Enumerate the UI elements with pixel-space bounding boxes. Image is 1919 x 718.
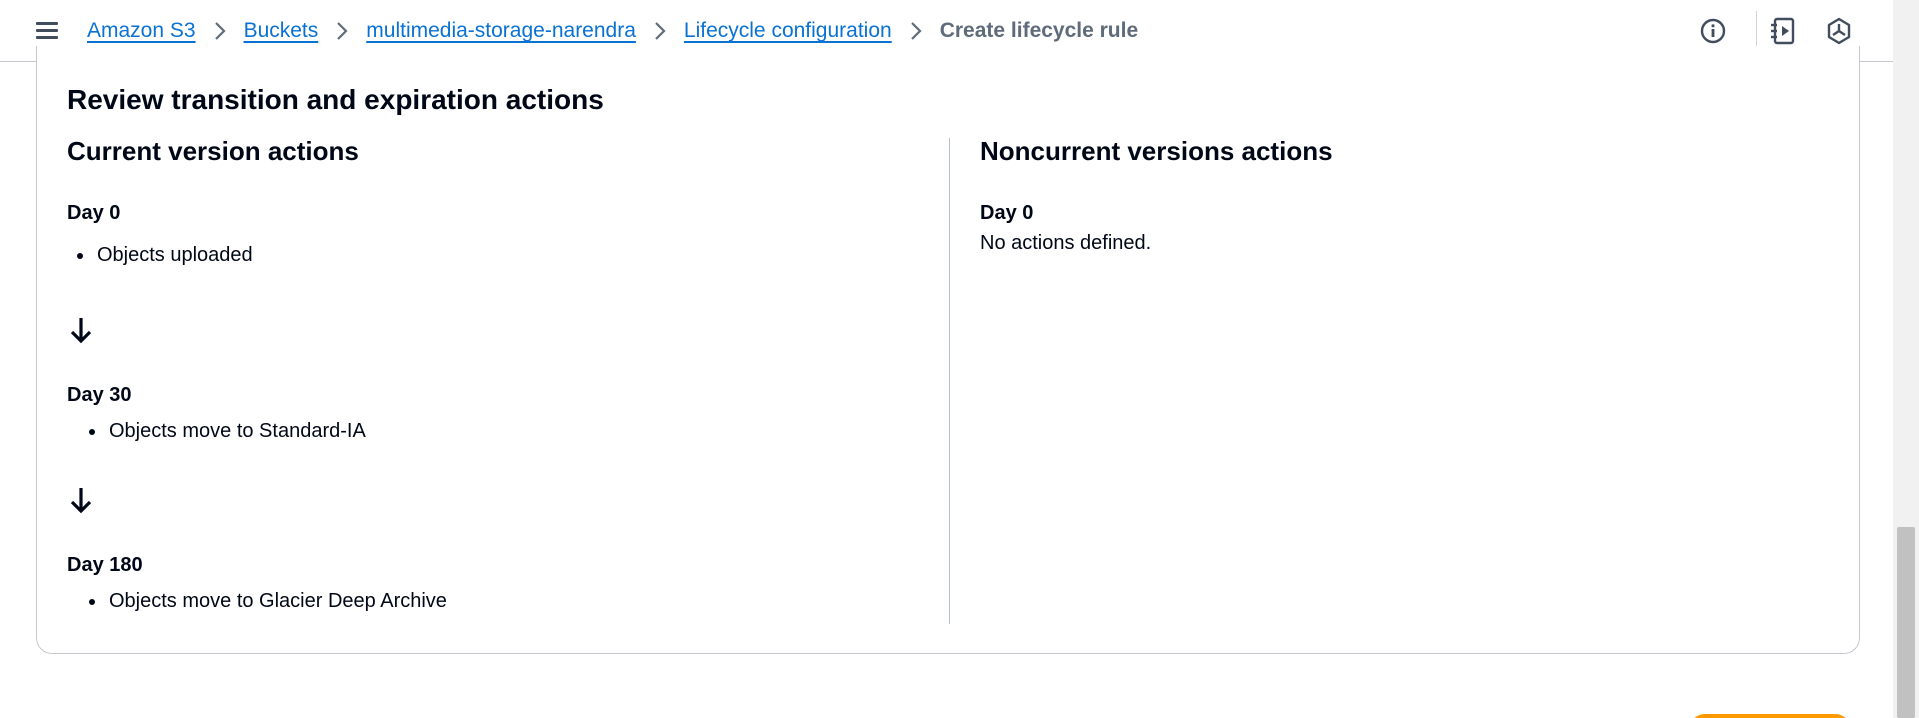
day-label: Day 0 <box>980 202 1034 224</box>
divider <box>1756 11 1757 51</box>
action-text: Objects move to Glacier Deep Archive <box>109 590 447 612</box>
bullet-icon <box>77 253 83 259</box>
chevron-right-icon <box>318 19 366 43</box>
list-item: Objects move to Glacier Deep Archive <box>89 590 447 613</box>
vertical-scrollbar[interactable] <box>1893 0 1919 718</box>
chevron-right-icon <box>892 19 940 43</box>
chevron-right-icon <box>636 19 684 43</box>
scrollbar-thumb[interactable] <box>1897 527 1915 718</box>
action-text: Objects uploaded <box>97 244 253 266</box>
breadcrumb-link-amazon-s3[interactable]: Amazon S3 <box>87 19 196 43</box>
card-title: Review transition and expiration actions <box>67 84 604 115</box>
primary-action-button[interactable] <box>1689 714 1851 718</box>
action-text: Objects move to Standard-IA <box>109 420 366 442</box>
noncurrent-versions-heading: Noncurrent versions actions <box>980 136 1333 166</box>
current-version-heading: Current version actions <box>67 136 359 166</box>
arrow-down-icon <box>70 488 92 514</box>
column-divider <box>949 138 950 624</box>
breadcrumb-link-lifecycle-configuration[interactable]: Lifecycle configuration <box>684 19 892 43</box>
review-actions-card: Review transition and expiration actions… <box>36 46 1860 654</box>
no-actions-message: No actions defined. <box>980 232 1152 254</box>
breadcrumb-link-buckets[interactable]: Buckets <box>244 19 319 43</box>
list-item: Objects uploaded <box>77 244 253 267</box>
page: Amazon S3 Buckets multimedia-storage-nar… <box>0 0 1919 718</box>
breadcrumb: Amazon S3 Buckets multimedia-storage-nar… <box>87 15 1138 47</box>
day-label: Day 0 <box>67 202 121 224</box>
breadcrumb-link-bucket[interactable]: multimedia-storage-narendra <box>366 19 636 43</box>
breadcrumb-current-page: Create lifecycle rule <box>939 19 1139 42</box>
bullet-icon <box>89 429 95 435</box>
list-item: Objects move to Standard-IA <box>89 420 366 443</box>
chevron-right-icon <box>196 19 244 43</box>
arrow-down-icon <box>70 318 92 344</box>
day-label: Day 180 <box>67 554 143 576</box>
hexagon-settings-icon[interactable] <box>1823 15 1855 47</box>
bullet-icon <box>89 599 95 605</box>
info-icon[interactable] <box>1697 15 1729 47</box>
notifications-panel-icon[interactable] <box>1767 15 1799 47</box>
hamburger-menu-icon[interactable] <box>34 20 60 42</box>
day-label: Day 30 <box>67 384 132 406</box>
